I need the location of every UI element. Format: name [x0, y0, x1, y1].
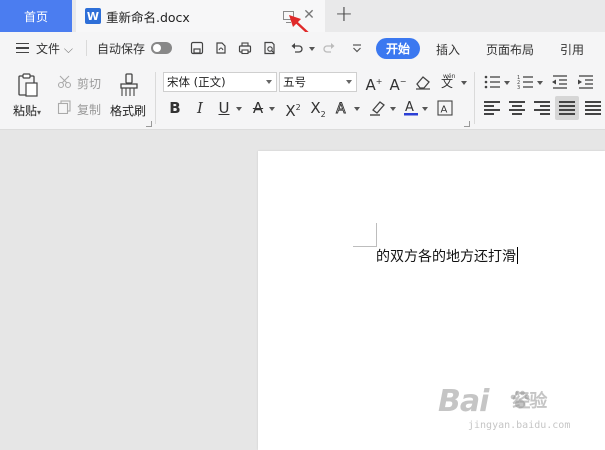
numbered-list-icon[interactable]: 123	[517, 74, 535, 91]
font-dialog-launcher[interactable]	[464, 121, 470, 127]
font-color-button[interactable]: A	[402, 99, 420, 117]
align-left-icon[interactable]	[484, 101, 500, 115]
tab-document[interactable]: W 重新命名.docx ✕	[76, 0, 325, 32]
increase-indent-icon[interactable]	[577, 74, 595, 90]
close-tab-icon[interactable]: ✕	[302, 7, 316, 23]
ribbon-divider	[155, 72, 156, 124]
print-preview-icon[interactable]	[263, 41, 277, 55]
menu-divider	[86, 40, 87, 56]
italic-button[interactable]: I	[192, 99, 208, 117]
align-center-icon[interactable]	[509, 101, 525, 115]
bullet-list-icon[interactable]	[484, 74, 502, 90]
more-dropdown-icon[interactable]	[350, 41, 364, 55]
text-cursor	[517, 247, 518, 264]
format-painter-icon[interactable]	[118, 72, 140, 98]
baidu-jingyan-watermark: Bai 经验 jingyan.baidu.com	[438, 384, 588, 440]
save-icon[interactable]	[190, 41, 204, 55]
svg-text:wén: wén	[443, 73, 456, 80]
bullet-dropdown-icon[interactable]	[504, 81, 510, 85]
tab-home[interactable]: 首页	[0, 0, 72, 32]
export-pdf-icon[interactable]	[214, 41, 228, 55]
tab-references[interactable]: 引用	[560, 41, 584, 58]
undo-icon[interactable]	[290, 41, 304, 55]
hamburger-menu-icon[interactable]	[16, 43, 29, 53]
tab-insert[interactable]: 插入	[436, 41, 460, 58]
text-effect-dropdown-icon[interactable]	[354, 107, 360, 111]
format-painter-label[interactable]: 格式刷	[110, 102, 146, 119]
document-body-text[interactable]: 的双方各的地方还打滑	[376, 247, 518, 267]
print-icon[interactable]	[238, 41, 252, 55]
watermark-url: jingyan.baidu.com	[468, 420, 571, 431]
restore-window-icon[interactable]	[283, 11, 294, 23]
decrease-indent-icon[interactable]	[551, 74, 569, 90]
autosave-label: 自动保存	[97, 42, 146, 56]
highlight-button[interactable]	[368, 99, 388, 117]
underline-dropdown-icon[interactable]	[236, 107, 242, 111]
subscript-button[interactable]: X2	[308, 99, 328, 119]
shrink-font-icon[interactable]: A−	[388, 72, 408, 94]
tab-home-label: 首页	[23, 9, 48, 24]
clipboard-dialog-launcher[interactable]	[146, 121, 152, 127]
highlight-dropdown-icon[interactable]	[390, 107, 396, 111]
cut-label: 剪切	[77, 77, 102, 91]
chevron-down-icon: ⌵	[63, 42, 73, 56]
font-name-value: 宋体 (正文)	[167, 75, 226, 89]
svg-text:A: A	[336, 101, 346, 117]
document-text-run: 的双方各的地方还打滑	[376, 249, 516, 265]
paste-icon[interactable]	[16, 72, 40, 98]
strikethrough-button[interactable]: A	[249, 99, 267, 117]
menu-file[interactable]: 文件 ⌵	[36, 40, 73, 57]
align-right-icon[interactable]	[534, 101, 550, 115]
word-doc-icon: W	[85, 8, 101, 24]
cut-icon	[57, 75, 73, 89]
text-effect-button[interactable]: A	[333, 99, 351, 118]
paw-logo-icon	[510, 390, 530, 409]
tab-start-label: 开始	[385, 42, 410, 56]
phonetic-guide-icon[interactable]: 文 wén	[438, 72, 460, 92]
document-title: 重新命名.docx	[106, 9, 190, 25]
svg-text:A: A	[405, 100, 414, 115]
ribbon-divider-2	[474, 72, 475, 124]
tab-page-layout[interactable]: 页面布局	[486, 41, 534, 58]
redo-icon[interactable]	[322, 41, 336, 55]
distributed-align-icon[interactable]	[585, 101, 601, 115]
font-name-select[interactable]: 宋体 (正文)	[163, 72, 277, 92]
font-size-select[interactable]: 五号	[279, 72, 357, 92]
svg-text:3: 3	[517, 85, 520, 90]
svg-text:A: A	[441, 105, 448, 116]
char-border-button[interactable]: A	[436, 99, 454, 117]
clear-format-icon[interactable]	[414, 73, 432, 91]
bold-button[interactable]: B	[166, 99, 184, 117]
copy-icon	[57, 100, 73, 115]
paste-label[interactable]: 粘贴▾	[13, 102, 41, 119]
tab-home-ribbon[interactable]: 开始	[376, 38, 420, 59]
font-color-dropdown-icon[interactable]	[422, 107, 428, 111]
new-tab-plus-icon[interactable]: +	[334, 3, 354, 27]
numbered-dropdown-icon[interactable]	[537, 81, 543, 85]
menu-file-label: 文件	[36, 42, 61, 56]
underline-button[interactable]: U	[215, 99, 233, 117]
superscript-button[interactable]: X2	[283, 99, 303, 120]
margin-corner-mark	[353, 223, 377, 247]
justify-icon[interactable]	[559, 101, 575, 115]
title-bar: 首页 W 重新命名.docx ✕ +	[0, 0, 605, 32]
autosave-toggle[interactable]	[151, 42, 172, 54]
font-size-value: 五号	[283, 75, 306, 89]
strikethrough-dropdown-icon[interactable]	[269, 107, 275, 111]
copy-label: 复制	[77, 103, 102, 117]
undo-dropdown-icon[interactable]	[309, 47, 315, 51]
grow-font-icon[interactable]: A+	[364, 72, 384, 94]
phonetic-dropdown-icon[interactable]	[461, 81, 467, 85]
